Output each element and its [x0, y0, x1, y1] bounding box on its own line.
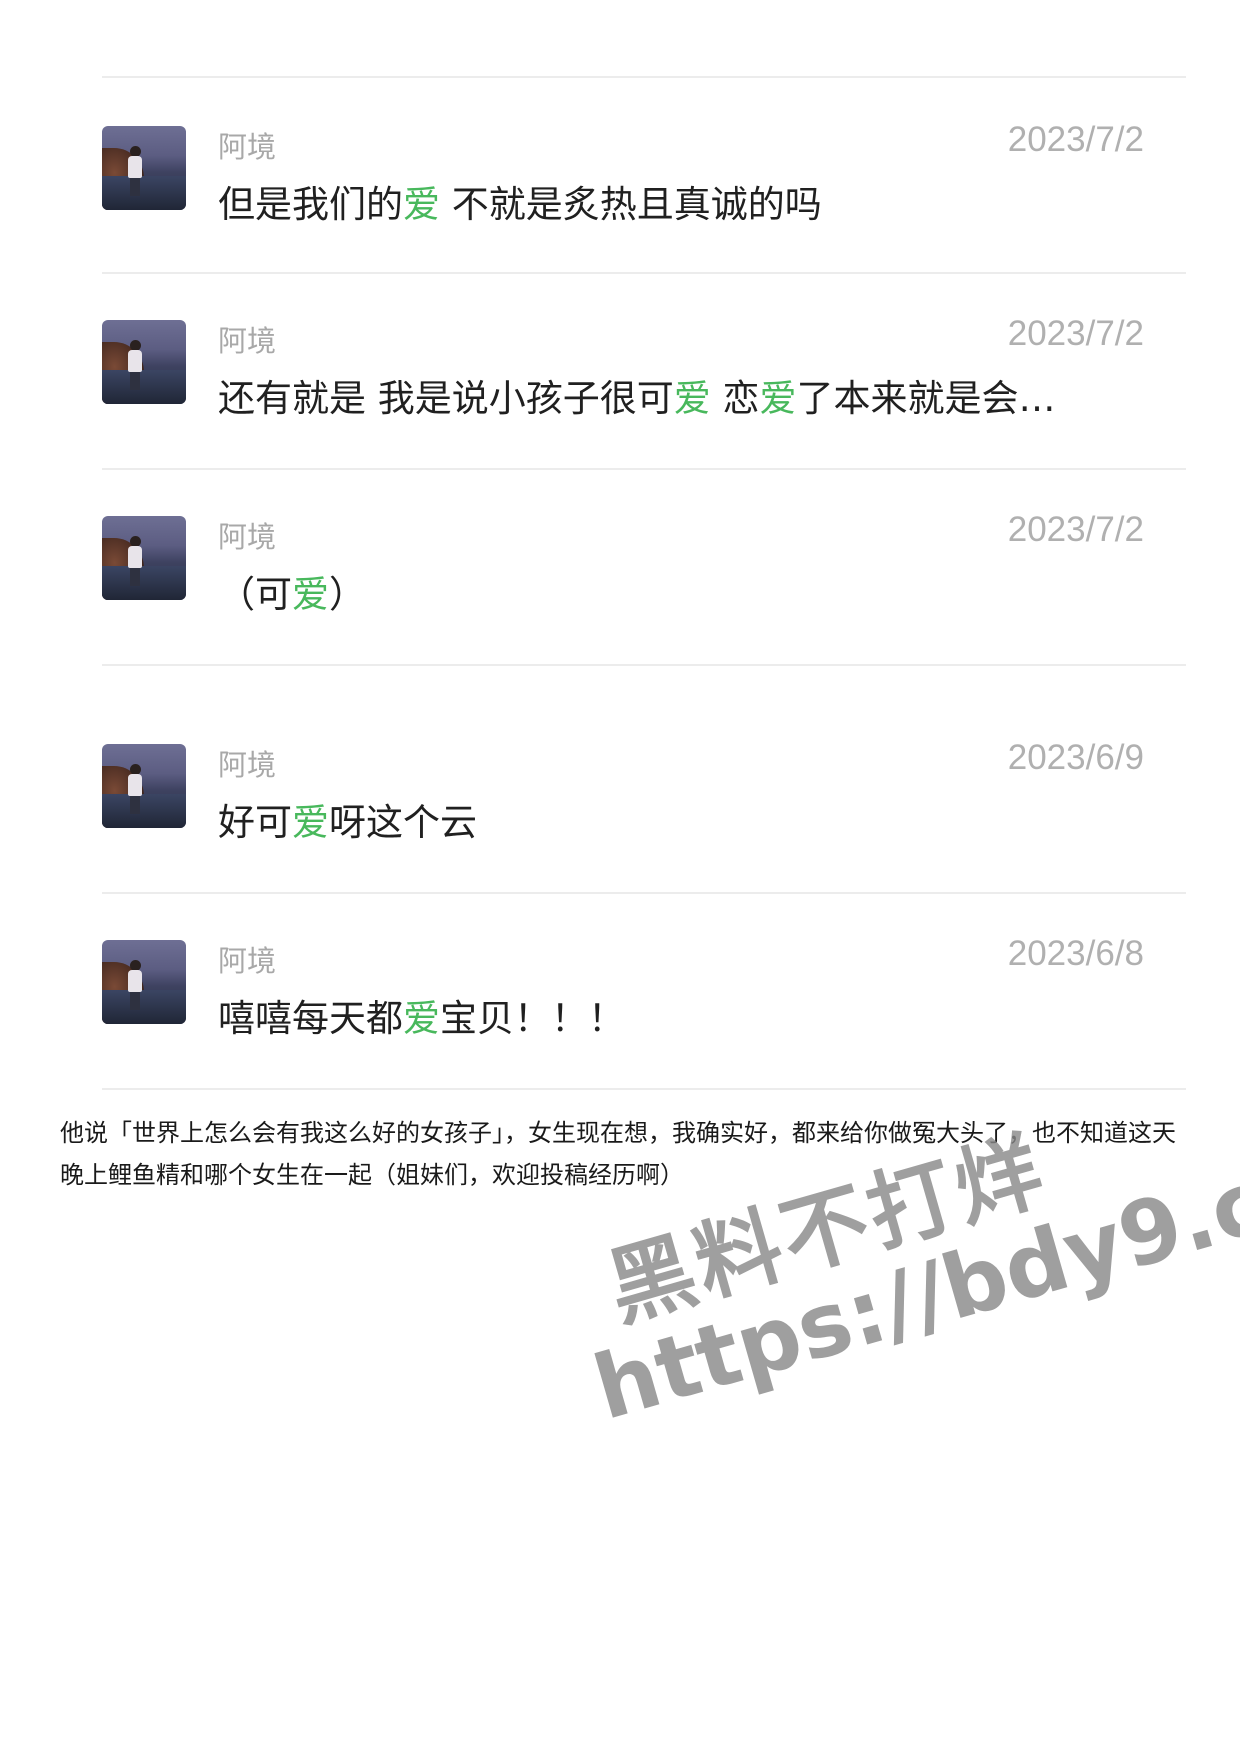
keyword-highlight: 爱 [403, 183, 440, 226]
sender-name: 阿境 [218, 324, 277, 358]
message-text: 好可爱呀这个云 [218, 801, 477, 844]
message-result-item[interactable]: 阿境 2023/7/2 但是我们的爱 不就是炙热且真诚的吗 [102, 78, 1186, 274]
message-result-item[interactable]: 阿境 2023/7/2 还有就是 我是说小孩子很可爱 恋爱了本来就是会… [102, 274, 1186, 470]
keyword-highlight: 爱 [403, 997, 440, 1040]
message-text: 但是我们的爱 不就是炙热且真诚的吗 [218, 183, 822, 226]
avatar[interactable] [102, 744, 186, 828]
sender-name: 阿境 [218, 130, 277, 164]
message-date: 2023/7/2 [1007, 314, 1144, 353]
message-date: 2023/7/2 [1007, 120, 1144, 159]
sender-name: 阿境 [218, 944, 277, 978]
message-text: （可爱） [218, 573, 366, 616]
search-results-list: 阿境 2023/7/2 但是我们的爱 不就是炙热且真诚的吗 阿境 2023/7/… [102, 76, 1186, 1090]
message-result-item[interactable]: 阿境 2023/7/2 （可爱） [102, 470, 1186, 666]
message-text: 嘻嘻每天都爱宝贝！！！ [218, 997, 625, 1040]
avatar[interactable] [102, 320, 186, 404]
message-result-item[interactable]: 阿境 2023/6/9 好可爱呀这个云 [102, 666, 1186, 894]
message-result-item[interactable]: 阿境 2023/6/8 嘻嘻每天都爱宝贝！！！ [102, 894, 1186, 1090]
keyword-highlight: 爱 [292, 801, 329, 844]
message-date: 2023/7/2 [1007, 510, 1144, 549]
avatar[interactable] [102, 126, 186, 210]
message-text: 还有就是 我是说小孩子很可爱 恋爱了本来就是会… [218, 377, 1056, 420]
keyword-highlight: 爱 [292, 573, 329, 616]
watermark: 黑料不打烊 https://bdy9.co [560, 1053, 1240, 1440]
keyword-highlight: 爱 [673, 377, 711, 420]
sender-name: 阿境 [218, 748, 277, 782]
message-date: 2023/6/9 [1007, 738, 1144, 777]
avatar[interactable] [102, 516, 186, 600]
avatar[interactable] [102, 940, 186, 1024]
keyword-highlight: 爱 [759, 377, 797, 420]
message-date: 2023/6/8 [1007, 934, 1144, 973]
sender-name: 阿境 [218, 520, 277, 554]
